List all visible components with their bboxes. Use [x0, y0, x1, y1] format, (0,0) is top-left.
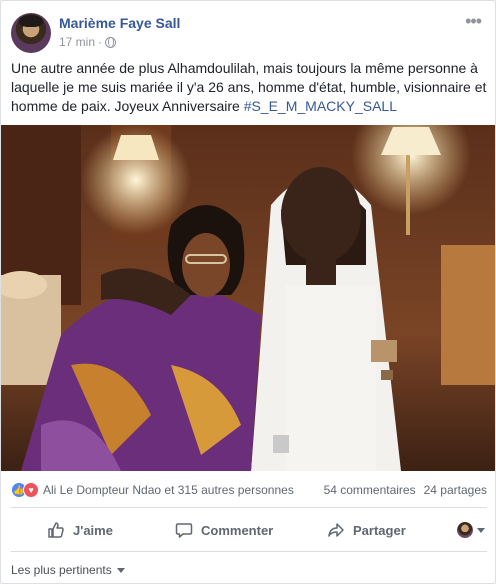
reactors-link[interactable]: Ali Le Dompteur Ndao et 315 autres perso…	[43, 483, 294, 497]
shares-count[interactable]: 24 partages	[424, 483, 487, 497]
sort-chevron-down-icon	[116, 567, 125, 573]
like-button-label: J'aime	[73, 522, 113, 538]
post-photo[interactable]	[1, 125, 495, 471]
profile-mini-avatar	[457, 522, 473, 538]
author-name[interactable]: Marième Faye Sall	[59, 15, 180, 31]
thumbs-up-icon	[48, 522, 64, 538]
post-text: Une autre année de plus Alhamdoulilah, m…	[11, 59, 487, 116]
photo-illustration	[1, 125, 495, 471]
comment-button[interactable]: Commenter	[175, 521, 273, 539]
chevron-down-icon	[477, 527, 485, 533]
love-reaction-icon[interactable]: ♥	[23, 482, 39, 498]
post-meta: 17 min ·	[59, 35, 117, 49]
comment-sort-label: Les plus pertinents	[11, 563, 112, 577]
action-bar: J'aime Commenter Partager	[11, 513, 487, 547]
post-time[interactable]: 17 min	[59, 35, 95, 49]
comment-button-label: Commenter	[201, 522, 274, 538]
post-card: Marième Faye Sall 17 min · ••• Une autre…	[0, 0, 496, 584]
divider-top	[11, 507, 487, 508]
comment-sort-selector[interactable]: Les plus pertinents	[11, 563, 125, 577]
divider-bottom	[11, 551, 487, 552]
share-button[interactable]: Partager	[327, 521, 406, 539]
comments-count[interactable]: 54 commentaires	[324, 483, 416, 497]
author-avatar[interactable]	[11, 13, 51, 53]
like-button[interactable]: J'aime	[47, 521, 113, 539]
comment-bubble-icon	[175, 523, 193, 538]
react-as-selector[interactable]	[457, 522, 485, 538]
more-options-icon[interactable]: •••	[465, 11, 482, 32]
share-button-label: Partager	[353, 522, 406, 538]
reactions-summary: 👍 ♥ Ali Le Dompteur Ndao et 315 autres p…	[11, 479, 487, 501]
globe-icon[interactable]	[105, 36, 117, 48]
post-header: Marième Faye Sall 17 min · •••	[11, 11, 485, 53]
meta-separator: ·	[98, 35, 103, 49]
hashtag-link[interactable]: #S_E_M_MACKY_SALL	[244, 98, 397, 114]
share-arrow-icon	[328, 523, 344, 537]
engagement-counts: 54 commentaires 24 partages	[324, 483, 487, 497]
